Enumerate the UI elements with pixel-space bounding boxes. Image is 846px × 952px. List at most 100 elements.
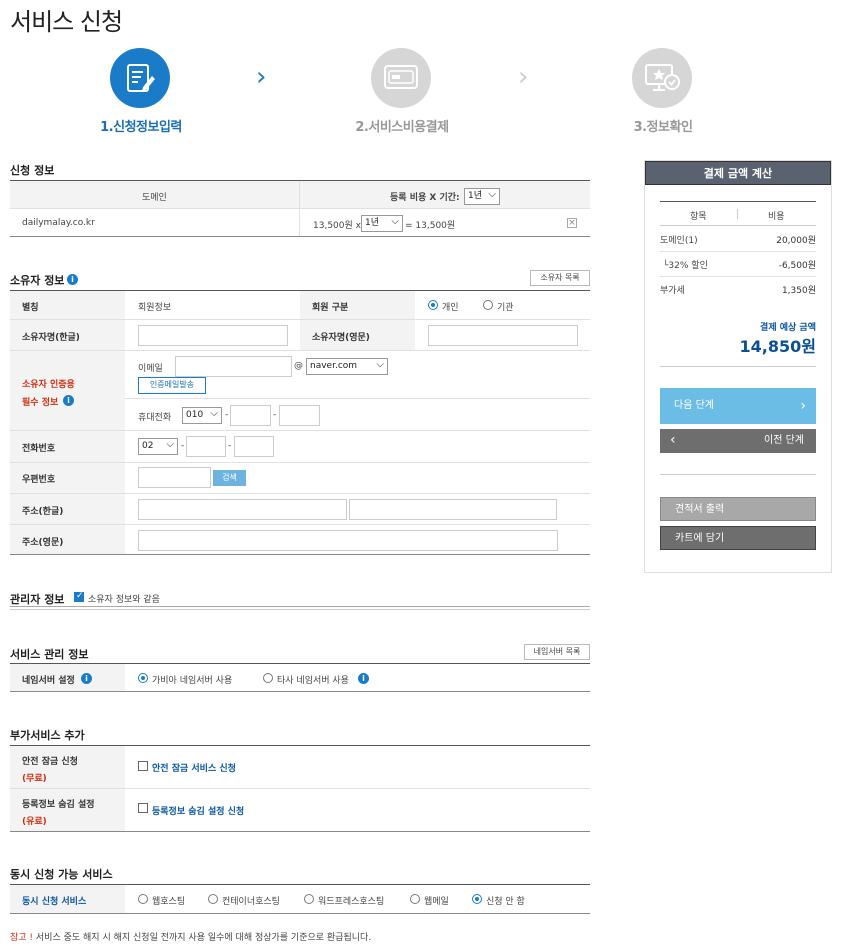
divider [10, 236, 590, 237]
print-quote-button[interactable]: 견적서 출력 [660, 497, 816, 521]
option-webhosting-radio[interactable] [138, 894, 148, 904]
hide-label: 등록정보 숨김 설정 [22, 800, 95, 810]
col-domain-header: 도메인 [142, 193, 167, 203]
phone-middle-input[interactable] [186, 436, 226, 457]
option-none-label: 신청 안 함 [486, 897, 525, 907]
calc-row-discount-value: -6,500원 [778, 261, 816, 271]
owner-name-en-input[interactable] [428, 325, 578, 346]
payment-calculator-panel: 결제 금액 계산 항목 비용 도메인(1) 20,000원 └32% 할인 -6… [644, 160, 832, 573]
divider [10, 913, 590, 914]
hide-checkbox[interactable] [138, 803, 148, 813]
phone-prefix-value: 02 [142, 441, 154, 451]
mobile-last-input[interactable] [279, 405, 320, 426]
ns-info-icon[interactable]: i [81, 673, 92, 684]
mobile-prefix-value: 010 [186, 410, 204, 420]
divider [660, 225, 816, 226]
step-1-label: 1.신청정보입력 [100, 120, 182, 135]
addr-ko-input-1[interactable] [138, 499, 347, 520]
calculator-title: 결제 금액 계산 [645, 161, 831, 185]
zip-input[interactable] [138, 467, 211, 488]
phone-label: 전화번호 [22, 444, 56, 454]
chevron-left-icon: ‹ [670, 432, 676, 448]
lock-note: (무료) [22, 774, 47, 784]
divider [10, 462, 590, 463]
hide-option-label[interactable]: 등록정보 숨김 설정 신청 [152, 804, 244, 817]
option-wordpress-radio[interactable] [304, 894, 314, 904]
domain-total: = 13,500원 [405, 221, 456, 231]
ns-other-radio[interactable] [263, 673, 273, 683]
divider [660, 366, 816, 367]
header-period-select[interactable]: 1년 [464, 187, 500, 205]
owner-section-title: 소유자 정보 [10, 274, 65, 287]
addr-ko-input-2[interactable] [349, 499, 557, 520]
member-type-org-radio[interactable] [483, 300, 493, 310]
email-label: 이메일 [138, 364, 163, 374]
zip-search-button[interactable]: 검색 [213, 470, 246, 486]
addr-ko-label: 주소(한글) [22, 507, 64, 517]
next-step-button[interactable]: 다음 단계 › [660, 388, 816, 424]
admin-section-title: 관리자 정보 [10, 593, 65, 606]
email-at-sign: @ [294, 361, 303, 371]
lock-label: 안전 잠금 신청 [22, 757, 78, 767]
application-section-title: 신청 정보 [10, 164, 55, 177]
mobile-prefix-select[interactable]: 010 [182, 406, 222, 424]
email-domain-select[interactable]: naver.com [306, 357, 388, 375]
calc-row-vat-value: 1,350원 [781, 286, 816, 296]
form-edit-icon [127, 64, 155, 92]
owner-name-ko-input[interactable] [138, 325, 288, 346]
divider [10, 831, 590, 832]
phone-last-input[interactable] [234, 436, 274, 457]
service-mgmt-section-title: 서비스 관리 정보 [10, 648, 89, 661]
estimate-label: 결제 예상 금액 [760, 323, 816, 333]
send-auth-mail-button[interactable]: 인증메일발송 [138, 377, 206, 394]
ns-other-info-icon[interactable]: i [358, 673, 369, 684]
divider [10, 493, 590, 494]
auth-info-icon[interactable]: i [63, 395, 74, 406]
addons-section-title: 부가서비스 추가 [10, 729, 85, 742]
ns-gabia-label: 가비아 네임서버 사용 [152, 676, 233, 686]
step-2-label: 2.서비스비용결제 [355, 120, 449, 135]
phone-prefix-select[interactable]: 02 [138, 437, 178, 455]
lock-checkbox[interactable] [138, 761, 148, 771]
calc-col-item: 항목 [690, 212, 707, 222]
hide-note: (유료) [22, 817, 47, 827]
lock-option-label[interactable]: 안전 잠금 서비스 신청 [152, 761, 236, 774]
application-header-row [10, 181, 590, 208]
member-type-personal-label: 개인 [442, 303, 459, 313]
option-none-radio[interactable] [472, 894, 482, 904]
divider [10, 319, 590, 320]
same-as-owner-checkbox[interactable] [74, 591, 84, 602]
divider [10, 430, 590, 431]
prev-step-button[interactable]: ‹ 이전 단계 [660, 429, 816, 453]
email-domain-value: naver.com [310, 361, 358, 371]
alias-label: 별칭 [22, 303, 39, 313]
calc-row-domain-value: 20,000원 [776, 236, 816, 246]
mobile-label: 휴대전화 [138, 413, 172, 423]
option-container-radio[interactable] [208, 894, 218, 904]
notice-prefix: 참고 ! [10, 933, 34, 943]
divider [125, 398, 590, 399]
divider [10, 606, 590, 607]
option-webmail-radio[interactable] [410, 894, 420, 904]
add-to-cart-button[interactable]: 카트에 담기 [660, 526, 816, 550]
member-type-personal-radio[interactable] [428, 300, 438, 310]
owner-info-icon[interactable]: i [67, 274, 78, 285]
owner-list-button[interactable]: 소유자 목록 [530, 270, 590, 286]
refund-notice: 참고 ! 서비스 중도 해지 시 해지 신청일 전까지 사용 일수에 대해 정상… [10, 930, 371, 943]
email-id-input[interactable] [175, 356, 292, 377]
ns-other-label: 타사 네임서버 사용 [277, 676, 349, 686]
remove-domain-icon[interactable]: × [567, 218, 577, 228]
auth-label-line2: 필수 정보 [22, 398, 59, 408]
estimate-value: 14,850원 [739, 337, 816, 356]
member-type-label: 회원 구분 [312, 303, 349, 313]
domain-period-value: 1년 [365, 218, 380, 228]
domain-period-select[interactable]: 1년 [361, 214, 403, 232]
addr-en-input[interactable] [138, 530, 558, 551]
auth-label-line1: 소유자 인증용 [22, 380, 75, 390]
step-3-label: 3.정보확인 [633, 120, 693, 135]
ns-gabia-radio[interactable] [138, 673, 148, 683]
dash: - [273, 410, 277, 420]
mobile-middle-input[interactable] [230, 405, 271, 426]
step-arrow-active-icon: › [256, 62, 267, 92]
nameserver-list-button[interactable]: 네임서버 목록 [524, 644, 590, 660]
